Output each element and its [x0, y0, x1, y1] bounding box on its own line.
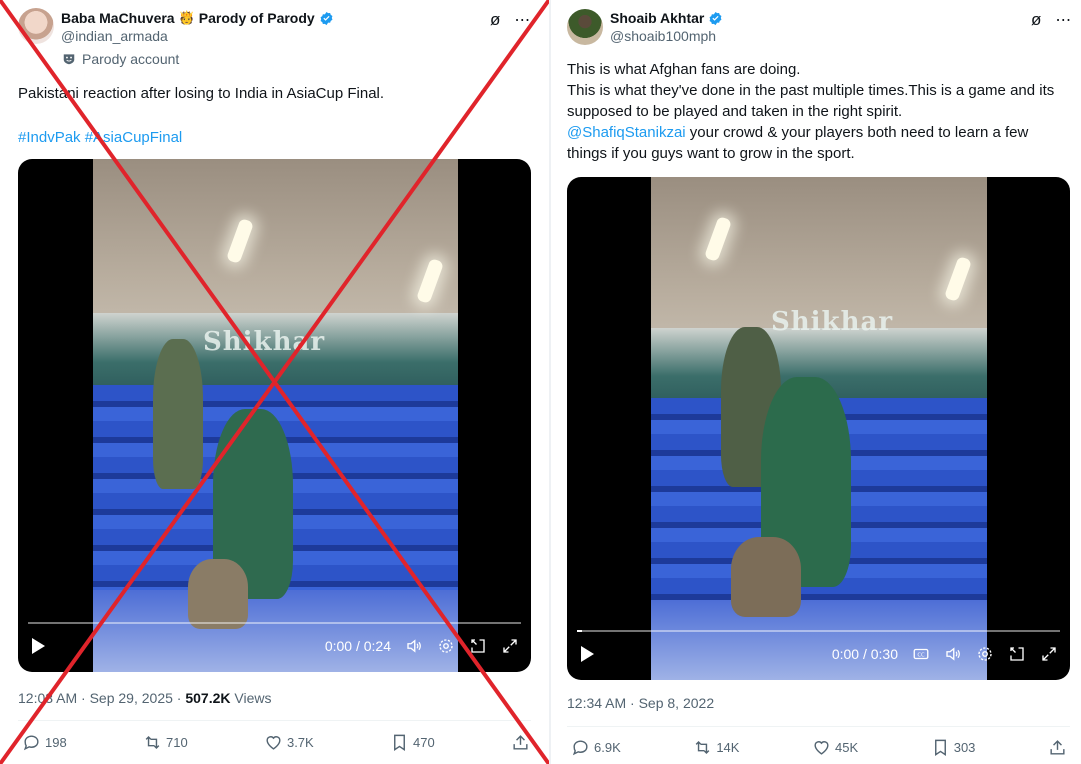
verified-icon	[320, 11, 333, 25]
bookmark-icon	[934, 739, 946, 756]
video-frame: Shikhar	[93, 159, 458, 672]
video-time: 0:00 / 0:24	[324, 638, 391, 654]
svg-text:CC: CC	[917, 652, 925, 658]
bookmark-count: 470	[413, 735, 435, 750]
settings-icon[interactable]	[976, 645, 994, 663]
bookmark-count: 303	[953, 740, 976, 755]
share-button[interactable]	[1048, 738, 1067, 757]
repost-count: 14K	[716, 740, 740, 755]
repost-count: 710	[165, 735, 188, 750]
author-emoji: 🫅	[178, 10, 195, 25]
author-suffix[interactable]: Parody of Parody	[199, 10, 315, 26]
repost-button[interactable]: 14K	[693, 738, 739, 757]
post-line: This is what Afghan fans are doing.	[567, 61, 801, 78]
video-player[interactable]: Shikhar 0:00 / 0:24	[18, 159, 531, 672]
reply-icon	[23, 735, 39, 751]
author-handle[interactable]: @indian_armada	[61, 28, 168, 44]
separator	[567, 726, 1070, 727]
mention-rest: your crowd & your players both need to l…	[685, 124, 1029, 141]
author-name-row[interactable]: Shoaib Akhtar	[610, 10, 723, 26]
play-icon[interactable]	[32, 638, 45, 654]
reply-button[interactable]: 198	[22, 733, 67, 752]
video-controls: 0:00 / 0:24	[18, 620, 531, 672]
verified-icon	[709, 11, 722, 25]
action-bar: 198 710 3.7K 470	[22, 733, 530, 752]
bookmark-button[interactable]: 470	[390, 733, 435, 752]
like-icon	[266, 736, 281, 750]
share-icon	[513, 735, 528, 750]
settings-icon[interactable]	[437, 637, 455, 655]
share-button[interactable]	[511, 733, 530, 752]
post-text: Pakistani reaction after losing to India…	[18, 85, 385, 102]
reply-icon	[572, 740, 588, 756]
video-player[interactable]: Shikhar 0:00 / 0:30 CC	[567, 177, 1070, 680]
fullscreen-icon[interactable]	[501, 637, 519, 655]
reply-count: 198	[45, 735, 67, 750]
repost-icon	[145, 735, 160, 750]
repost-button[interactable]: 710	[143, 733, 188, 752]
parody-icon	[63, 54, 75, 65]
share-icon	[1050, 740, 1065, 755]
post-text: This is what Afghan fans are doing. This…	[567, 59, 1077, 164]
like-icon	[814, 741, 829, 755]
repost-icon	[695, 740, 710, 755]
timestamp-text[interactable]: 12:03 AM · Sep 29, 2025 ·	[18, 690, 185, 706]
mention-link[interactable]: @ShafiqStanikzai	[567, 124, 686, 141]
parody-label-text: Parody account	[82, 51, 180, 67]
grok-icon[interactable]: ø	[1031, 10, 1041, 30]
author-name-row[interactable]: Baba MaChuvera 🫅 Parody of Parody	[61, 10, 334, 26]
reply-count: 6.9K	[594, 740, 621, 755]
avatar[interactable]	[567, 9, 603, 45]
author-name[interactable]: Shoaib Akhtar	[610, 10, 704, 26]
video-banner-text: Shikhar	[203, 327, 326, 357]
reply-button[interactable]: 6.9K	[571, 738, 621, 757]
post-top-icons: ø ⋯	[1031, 10, 1071, 30]
like-count: 45K	[835, 740, 859, 755]
author-handle[interactable]: @shoaib100mph	[610, 28, 716, 44]
parody-label: Parody account	[62, 51, 179, 67]
avatar[interactable]	[18, 8, 54, 44]
post-timestamp[interactable]: 12:34 AM · Sep 8, 2022	[567, 695, 714, 711]
left-post: Baba MaChuvera 🫅 Parody of Parody @india…	[0, 0, 549, 764]
post-top-icons: ø ⋯	[490, 10, 530, 30]
bookmark-icon	[394, 734, 405, 751]
post-line-mention: @ShafiqStanikzai your crowd & your playe…	[567, 122, 1077, 143]
views-count: 507.2K	[185, 690, 231, 706]
action-bar: 6.9K 14K 45K 303	[571, 738, 1067, 757]
video-controls: 0:00 / 0:30 CC	[567, 628, 1070, 680]
post-line: This is what they've done in the past mu…	[567, 82, 1055, 99]
like-button[interactable]: 3.7K	[264, 733, 314, 752]
bookmark-button[interactable]: 303	[931, 738, 976, 757]
separator	[18, 720, 531, 721]
like-button[interactable]: 45K	[812, 738, 858, 757]
video-frame: Shikhar	[651, 177, 987, 680]
post-timestamp[interactable]: 12:03 AM · Sep 29, 2025 · 507.2K Views	[18, 690, 271, 706]
pip-icon[interactable]	[469, 637, 487, 655]
pip-icon[interactable]	[1008, 645, 1026, 663]
post-line: supposed to be played and taken in the r…	[567, 103, 903, 120]
video-banner-text: Shikhar	[771, 307, 894, 337]
post-line: things if you guys want to grow in the s…	[567, 145, 855, 162]
play-icon[interactable]	[581, 646, 594, 662]
right-post: Shoaib Akhtar @shoaib100mph ø ⋯ This is …	[551, 0, 1081, 764]
volume-icon[interactable]	[944, 645, 962, 663]
views-label: Views	[230, 690, 272, 706]
volume-icon[interactable]	[405, 637, 423, 655]
video-time: 0:00 / 0:30	[831, 646, 898, 662]
more-icon[interactable]: ⋯	[1055, 10, 1071, 30]
more-icon[interactable]: ⋯	[514, 10, 530, 30]
fullscreen-icon[interactable]	[1040, 645, 1058, 663]
post-hashtags[interactable]: #IndvPak #AsiaCupFinal	[18, 127, 182, 148]
author-name[interactable]: Baba MaChuvera	[61, 10, 175, 26]
cc-icon[interactable]: CC	[912, 645, 930, 663]
like-count: 3.7K	[286, 735, 314, 750]
grok-icon[interactable]: ø	[490, 10, 500, 30]
